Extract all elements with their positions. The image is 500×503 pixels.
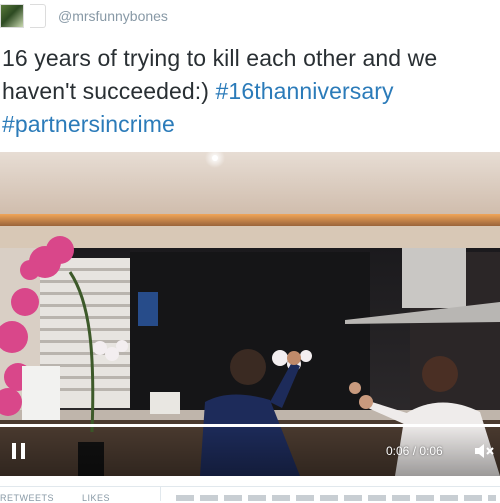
hashtag-link[interactable]: #partnersincrime bbox=[2, 111, 175, 137]
video-time: 0:06 / 0:06 bbox=[386, 444, 443, 458]
video-progress-bar[interactable] bbox=[0, 424, 500, 427]
time-separator: / bbox=[409, 444, 420, 458]
retweets-label[interactable]: RETWEETS bbox=[0, 493, 54, 503]
liker-avatars[interactable] bbox=[176, 495, 496, 501]
profile-card-edge bbox=[30, 4, 46, 28]
current-time: 0:06 bbox=[386, 444, 410, 458]
pause-icon bbox=[12, 443, 16, 459]
tweet-text: 16 years of trying to kill each other an… bbox=[2, 42, 500, 141]
tweet-stats: RETWEETS LIKES bbox=[0, 486, 500, 503]
avatar[interactable] bbox=[0, 4, 24, 28]
pause-icon bbox=[21, 443, 25, 459]
author-handle[interactable]: @mrsfunnybones bbox=[58, 8, 168, 24]
stats-divider bbox=[160, 487, 161, 501]
likes-label[interactable]: LIKES bbox=[82, 493, 110, 503]
hashtag-link[interactable]: #16thanniversary bbox=[216, 78, 394, 104]
duration: 0:06 bbox=[419, 444, 443, 458]
tweet-header: @mrsfunnybones bbox=[0, 0, 500, 36]
video-progress-fill bbox=[0, 424, 500, 427]
mute-button[interactable] bbox=[474, 441, 496, 461]
pause-button[interactable] bbox=[12, 443, 26, 459]
muted-speaker-icon bbox=[475, 444, 494, 458]
